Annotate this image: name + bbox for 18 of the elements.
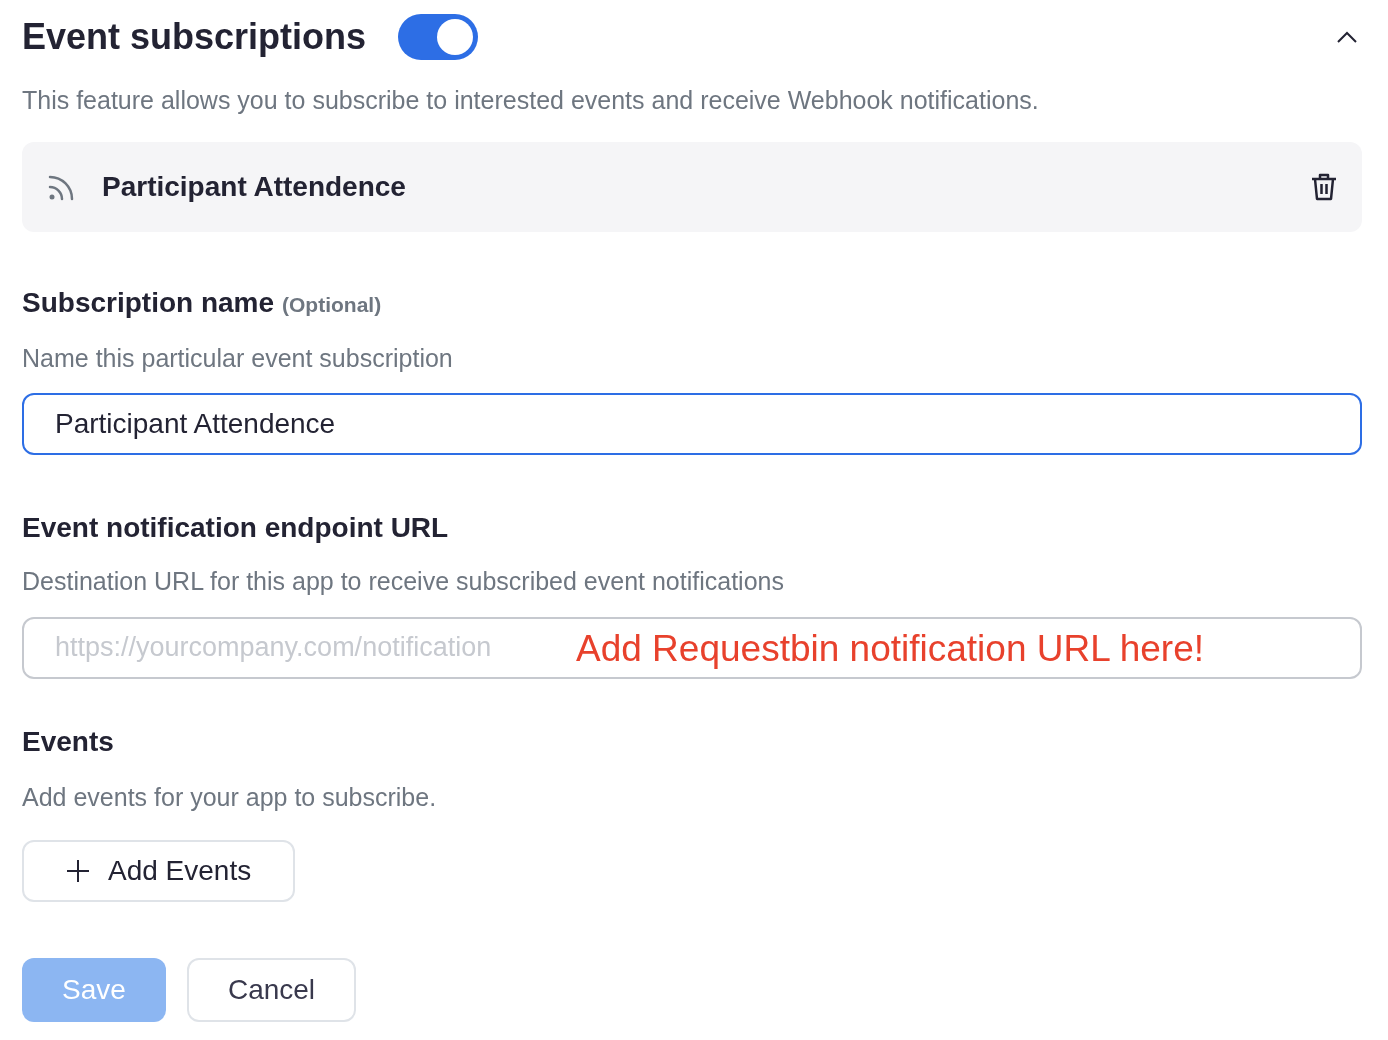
field-label: Events — [22, 724, 115, 759]
toggle-switch[interactable] — [398, 14, 479, 60]
plus-icon — [66, 859, 90, 883]
annotation-text: Add Requestbin notification URL here! — [576, 626, 1204, 671]
field-help-text: Add events for your app to subscribe. — [22, 781, 438, 813]
section-description: This feature allows you to subscribe to interested events and receive Webhook notifications. — [22, 85, 1040, 116]
subscription-title: Participant Attendence — [102, 169, 406, 204]
collapse-chevron-icon[interactable] — [1336, 30, 1358, 44]
field-help-text: Name this particular event subscription — [22, 342, 454, 374]
field-label: Subscription name — [22, 285, 275, 320]
field-help-text: Destination URL for this app to receive subscribed event notifications — [22, 566, 785, 597]
cancel-button[interactable]: Cancel — [187, 958, 356, 1022]
trash-icon[interactable] — [1310, 171, 1338, 202]
subscription-name-field[interactable]: Participant Attendence — [22, 393, 1362, 455]
field-label: Event notification endpoint URL — [22, 511, 450, 545]
optional-label: (Optional) — [282, 291, 382, 318]
section-title: Event subscriptions — [22, 15, 367, 59]
add-events-button[interactable]: Add Events — [22, 840, 296, 902]
